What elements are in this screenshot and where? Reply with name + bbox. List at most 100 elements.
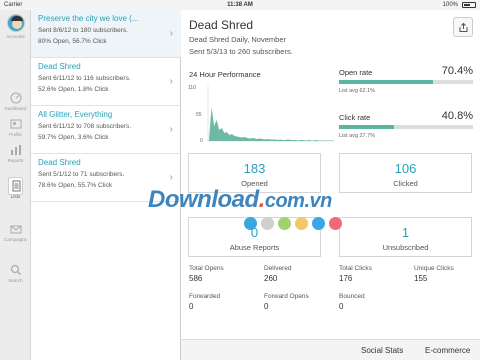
bottom-tab-bar: Social Stats E-commerce xyxy=(181,339,480,360)
kpi-value: 176 xyxy=(339,274,353,283)
y-tick-label: 110 xyxy=(188,85,196,91)
click-rate-bar xyxy=(339,125,473,129)
watermark-dot-circle xyxy=(312,217,325,230)
rail-item-reports[interactable]: Reports xyxy=(0,144,31,163)
watermark-dots xyxy=(244,217,346,235)
watermark-dot-circle xyxy=(329,217,342,230)
kpi-label: Forward Opens xyxy=(264,293,309,300)
share-button[interactable] xyxy=(453,17,473,37)
campaign-sent: Sent 6/11/12 to 116 subscribers. xyxy=(38,75,131,82)
rail-item-accounts[interactable]: Accounts xyxy=(0,14,31,39)
profile-icon xyxy=(10,119,21,129)
page-title: Dead Shred xyxy=(189,18,254,32)
unsubscribed-label: Unsubscribed xyxy=(382,243,429,252)
clicked-label: Clicked xyxy=(393,179,418,188)
kpi-label: Total Opens xyxy=(189,265,224,272)
campaign-sent: Sent 5/1/12 to 71 subscribers. xyxy=(38,171,125,178)
performance-chart: 110 55 0 xyxy=(188,85,334,144)
kpi-forwarded: Forwarded 0 xyxy=(189,293,220,311)
list-name: Dead Shred Daily, November xyxy=(189,35,286,44)
y-tick-label: 0 xyxy=(200,138,203,144)
clock: 11:38 AM xyxy=(227,2,253,8)
abuse-reports-label: Abuse Reports xyxy=(229,243,280,252)
kpi-label: Forwarded xyxy=(189,293,221,300)
rail-label: Profile xyxy=(9,132,22,137)
bar-chart-icon xyxy=(10,145,21,155)
watermark-dot-circle xyxy=(278,217,291,230)
search-icon xyxy=(10,264,21,275)
kpi-bounced: Bounced 0 xyxy=(339,293,365,311)
watermark-dot-circle xyxy=(244,217,257,230)
rail-item-search[interactable]: Search xyxy=(0,264,31,283)
kpi-value: 260 xyxy=(264,274,278,283)
tab-social-stats[interactable]: Social Stats xyxy=(361,346,403,355)
campaign-stats: 59.7% Open, 3.6% Click xyxy=(38,134,109,141)
watermark-tld: com.vn xyxy=(264,190,333,212)
left-rail: Accounts Dashboard Profile Reports Lists xyxy=(0,10,31,360)
share-icon xyxy=(459,22,468,32)
chevron-right-icon: › xyxy=(169,28,173,39)
campaign-sent: Sent 8/6/12 to 180 subscribers. xyxy=(38,27,128,34)
chevron-right-icon: › xyxy=(169,76,173,87)
rail-label: Lists xyxy=(10,194,21,199)
campaign-title: Preserve the city we love (... xyxy=(38,14,139,23)
campaign-stats: 80% Open, 56.7% Click xyxy=(38,38,107,45)
rail-item-lists[interactable]: Lists xyxy=(0,180,31,199)
rail-label: Search xyxy=(8,278,23,283)
rail-item-campaigns[interactable]: Campaigns xyxy=(0,223,31,242)
campaign-list: Preserve the city we love (... Sent 8/6/… xyxy=(31,10,181,360)
campaign-title: Dead Shred xyxy=(38,62,81,71)
rail-item-profile[interactable]: Profile xyxy=(0,118,31,137)
open-rate-value: 70.4% xyxy=(441,65,473,77)
campaign-sent: Sent 6/11/12 to 708 subscribers. xyxy=(38,123,132,130)
campaign-list-item[interactable]: Dead Shred Sent 6/11/12 to 116 subscribe… xyxy=(31,58,181,106)
clicked-count: 106 xyxy=(394,161,417,176)
kpi-total-clicks: Total Clicks 176 xyxy=(339,265,372,283)
watermark-dot-circle xyxy=(295,217,308,230)
kpi-label: Delivered xyxy=(264,265,292,272)
dashboard-icon xyxy=(10,92,21,104)
lists-icon xyxy=(12,180,20,192)
campaign-title: Dead Shred xyxy=(38,158,81,167)
kpi-value: 0 xyxy=(189,302,194,311)
campaign-list-item[interactable]: Preserve the city we love (... Sent 8/6/… xyxy=(31,10,181,58)
kpi-total-opens: Total Opens 586 xyxy=(189,265,224,283)
click-rate-average: List avg 27.7% xyxy=(339,133,376,139)
kpi-value: 0 xyxy=(264,302,269,311)
campaign-list-item[interactable]: All Glitter, Everything Sent 6/11/12 to … xyxy=(31,106,181,154)
tab-e-commerce[interactable]: E-commerce xyxy=(425,346,470,355)
chart-area-series xyxy=(209,107,334,141)
sent-info: Sent 5/3/13 to 260 subscribers. xyxy=(189,47,293,56)
click-rate-value: 40.8% xyxy=(441,110,473,122)
open-rate-fill xyxy=(339,80,434,84)
kpi-value: 0 xyxy=(339,302,344,311)
unsubscribed-count: 1 xyxy=(401,225,410,240)
battery-icon xyxy=(462,2,476,8)
kpi-unique-clicks: Unique Clicks 155 xyxy=(414,265,454,283)
kpi-value: 155 xyxy=(414,274,428,283)
watermark-dot-circle xyxy=(261,217,274,230)
open-rate-label: Open rate xyxy=(339,68,373,77)
rail-item-dashboard[interactable]: Dashboard xyxy=(0,92,31,111)
y-tick-label: 55 xyxy=(196,112,202,118)
opened-count: 183 xyxy=(243,161,266,176)
campaign-detail: Dead Shred Dead Shred Daily, November Se… xyxy=(181,10,480,360)
rail-label: Campaigns xyxy=(4,237,27,242)
open-rate-bar xyxy=(339,80,473,84)
open-rate-average: List avg 62.1% xyxy=(339,88,376,94)
chevron-right-icon: › xyxy=(169,172,173,183)
clicked-card[interactable]: 106 Clicked xyxy=(339,153,472,193)
avatar xyxy=(6,14,25,32)
unsubscribed-card[interactable]: 1 Unsubscribed xyxy=(339,217,472,257)
rail-label: Reports xyxy=(7,158,24,163)
watermark-text: Download xyxy=(148,186,259,213)
campaign-stats: 52.6% Open, 1.8% Click xyxy=(38,86,109,93)
battery-percent: 100% xyxy=(442,2,458,8)
performance-title: 24 Hour Performance xyxy=(189,70,261,79)
campaign-title: All Glitter, Everything xyxy=(38,110,113,119)
rail-label: Dashboard xyxy=(4,106,27,111)
kpi-label: Unique Clicks xyxy=(414,265,454,272)
kpi-value: 586 xyxy=(189,274,203,283)
status-bar: Carrier 11:38 AM 100% xyxy=(0,0,480,10)
kpi-forward-opens: Forward Opens 0 xyxy=(264,293,309,311)
